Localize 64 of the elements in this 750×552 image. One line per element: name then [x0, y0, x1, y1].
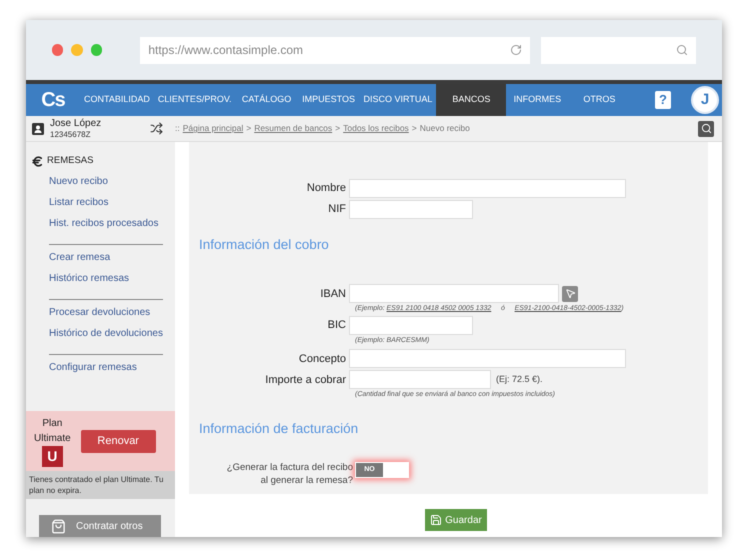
save-icon: [430, 514, 442, 526]
help-icon[interactable]: ?: [655, 91, 671, 109]
text-field[interactable]: [349, 370, 491, 390]
breadcrumb-current: Nuevo recibo: [420, 122, 470, 135]
reload-icon[interactable]: [510, 44, 522, 56]
nav-tab[interactable]: CLIENTES/PROV.: [154, 84, 236, 116]
sidebar-link[interactable]: Crear remesa: [49, 251, 163, 272]
toggle-label: ¿Generar la factura del recibo al generar la remesa?: [226, 461, 353, 487]
nav-tab[interactable]: CONTABILIDAD: [80, 84, 154, 116]
field-label: NIF: [327, 202, 347, 218]
other-products-button[interactable]: Contratar otros: [39, 515, 161, 537]
field-label: Importe a cobrar: [264, 372, 347, 388]
sidebar-link[interactable]: Nuevo recibo: [49, 175, 163, 196]
plan-name: Ultimate: [34, 432, 71, 446]
breadcrumb-prefix: ::: [175, 122, 180, 135]
breadcrumb-separator: >: [335, 122, 340, 135]
sidebar-link[interactable]: Hist. recibos procesados: [49, 217, 163, 238]
section-heading: Información de facturación: [198, 420, 360, 438]
plan-label: Plan: [42, 416, 62, 430]
bag-icon: [51, 519, 66, 534]
euro-icon: [31, 154, 44, 168]
sidebar-link[interactable]: Listar recibos: [49, 196, 163, 218]
nav-tab[interactable]: DISCO VIRTUAL: [360, 84, 436, 116]
field-label: IBAN: [319, 286, 347, 302]
sidebar-link[interactable]: Histórico remesas: [49, 272, 163, 294]
sidebar-link[interactable]: Histórico de devoluciones: [49, 327, 163, 348]
text-field[interactable]: [349, 200, 473, 219]
sidebar-link[interactable]: Configurar remesas: [49, 361, 163, 382]
breadcrumb-link[interactable]: Todos los recibos: [343, 122, 409, 135]
nav-tab[interactable]: BANCOS: [436, 84, 506, 116]
amount-example: (Ej: 72.5 €).: [496, 373, 543, 386]
section-heading: Información del cobro: [198, 236, 330, 254]
search-field[interactable]: [540, 36, 696, 64]
breadcrumb-separator: >: [246, 122, 252, 135]
renew-button[interactable]: Renovar: [80, 430, 156, 452]
avatar[interactable]: J: [691, 86, 719, 114]
url-field[interactable]: https://www.contasimple.com: [140, 36, 530, 64]
field-label: Concepto: [298, 352, 347, 366]
sidebar-link[interactable]: Procesar devoluciones: [49, 306, 163, 328]
nav-tab[interactable]: CATÁLOGO: [236, 84, 298, 116]
breadcrumb-separator: >: [412, 122, 417, 135]
save-button[interactable]: Guardar: [425, 509, 487, 531]
user-name: Jose López: [50, 118, 102, 128]
field-label: Nombre: [306, 181, 347, 196]
section-title: REMESAS: [47, 154, 94, 168]
text-field[interactable]: [349, 284, 559, 304]
search-button[interactable]: [698, 120, 714, 136]
plan-badge: U: [42, 446, 63, 466]
user-id: 12345678Z: [50, 128, 92, 140]
text-field[interactable]: [349, 349, 626, 368]
breadcrumb-link[interactable]: Página principal: [182, 122, 244, 135]
switch-icon[interactable]: [150, 122, 163, 135]
field-label: BIC: [326, 318, 347, 333]
pointer-button[interactable]: [562, 286, 578, 302]
search-icon: [676, 44, 688, 56]
nav-tab[interactable]: OTROS: [568, 84, 630, 116]
nav-tab[interactable]: INFORMES: [506, 84, 568, 116]
logo[interactable]: Cs: [26, 85, 80, 115]
text-field[interactable]: [349, 316, 473, 335]
nav-tab[interactable]: IMPUESTOS: [298, 84, 360, 116]
plan-note: Tienes contratado el plan Ultimate. Tu plan no expira.: [26, 471, 175, 499]
contact-icon: [32, 122, 44, 134]
breadcrumb-link[interactable]: Resumen de bancos: [254, 122, 332, 135]
text-field[interactable]: [349, 179, 626, 198]
